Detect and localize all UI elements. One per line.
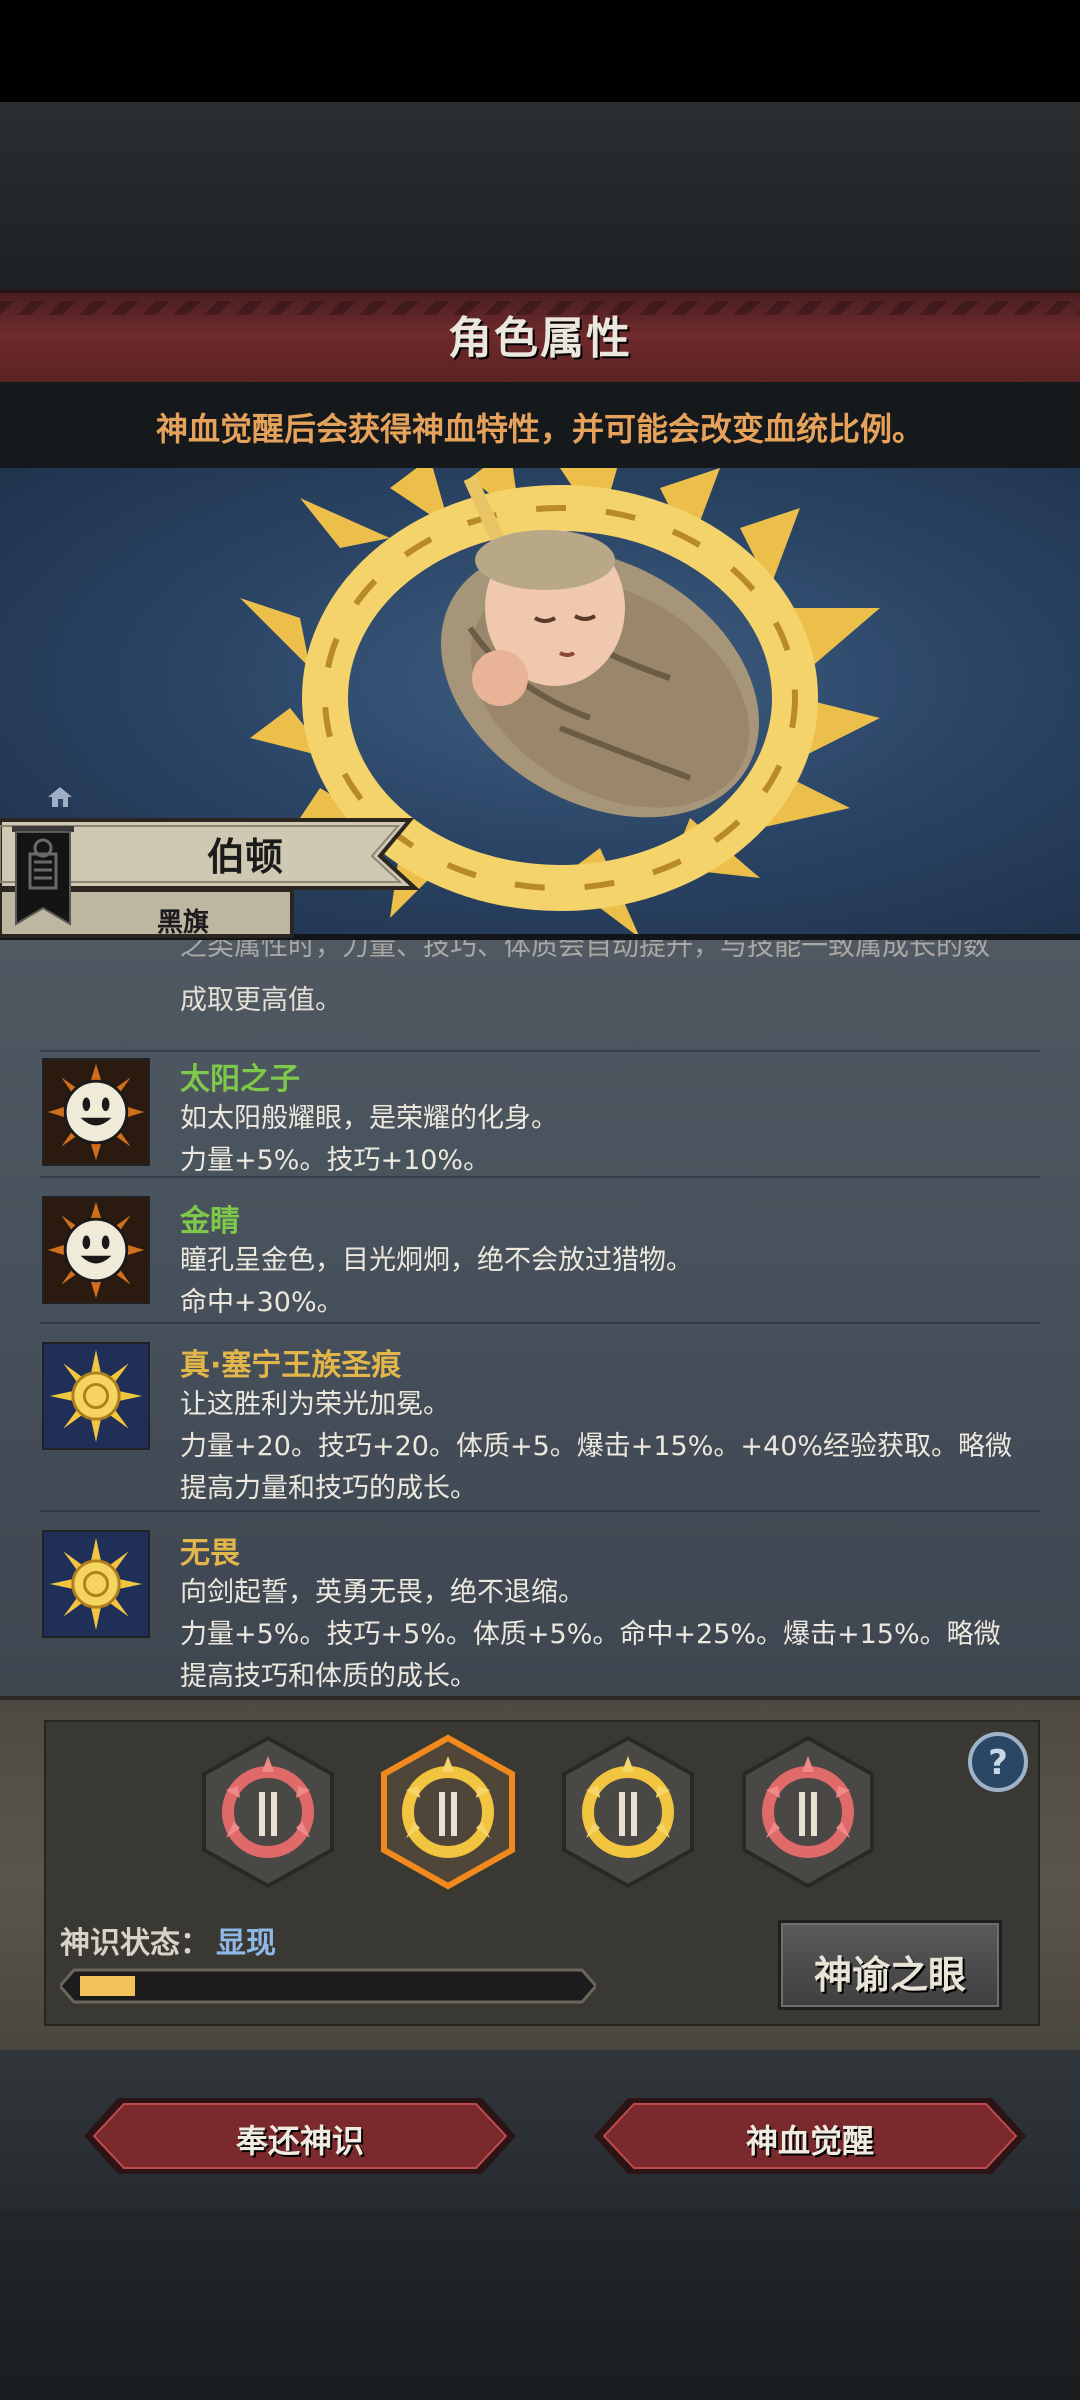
trait-effect: 提高技巧和体质的成长。 <box>180 1661 477 1692</box>
svg-text:?: ? <box>988 1743 1008 1783</box>
trait-name: 太阳之子 <box>180 1062 300 1097</box>
trait-effect: 命中+30%。 <box>180 1287 344 1318</box>
golden-sun-icon <box>42 1530 150 1638</box>
trait-effect: 力量+20。技巧+20。体质+5。爆击+15%。+40%经验获取。略微 <box>180 1431 1013 1462</box>
progress-fill <box>80 1976 135 1996</box>
gold-sun-rune-icon[interactable] <box>558 1734 698 1890</box>
golden-sun-icon <box>42 1342 150 1450</box>
trait-description: 如太阳般耀眼，是荣耀的化身。 <box>180 1103 558 1134</box>
trait-effect: 力量+5%。技巧+5%。体质+5%。命中+25%。爆击+15%。略微 <box>180 1619 1001 1650</box>
divine-status-value: 显现 <box>216 1926 276 1961</box>
return-divine-button-label: 奉还神识 <box>235 2122 364 2160</box>
trait-description: 瞳孔呈金色，目光炯炯，绝不会放过猎物。 <box>180 1245 693 1276</box>
home-icon[interactable] <box>46 785 74 809</box>
trait-name: 无畏 <box>180 1536 240 1571</box>
gold-sun-rune-icon-selected[interactable] <box>378 1734 518 1890</box>
trait-name: 金睛 <box>180 1204 240 1239</box>
lower-background <box>0 2210 1080 2400</box>
trait-effect: 提高力量和技巧的成长。 <box>180 1473 477 1504</box>
subtitle-text: 神血觉醒后会获得神血特性，并可能会改变血统比例。 <box>155 410 924 448</box>
question-icon[interactable]: ? <box>966 1730 1030 1794</box>
red-sun-rune-icon[interactable] <box>198 1734 338 1890</box>
red-sun-rune-icon[interactable] <box>738 1734 878 1890</box>
trait-name: 真·塞宁王族圣痕 <box>180 1348 402 1383</box>
trait-description: 向剑起誓，英勇无畏，绝不退缩。 <box>180 1577 585 1608</box>
character-name: 伯顿 <box>206 835 283 879</box>
top-black-bar <box>0 0 1080 102</box>
trait-divider <box>40 1050 1040 1052</box>
trait-list[interactable]: 之类属性时，力量、技巧、体质会自动提升，与技能一致属成长的数 成取更高值。 太阳… <box>0 940 1080 1696</box>
divine-status-label: 神识状态： <box>60 1926 210 1961</box>
trait-description-fragment: 成取更高值。 <box>180 985 342 1016</box>
trait-divider <box>40 1510 1040 1512</box>
page-title: 角色属性 <box>448 313 632 364</box>
upper-background <box>0 102 1080 292</box>
faction-name: 黑旗 <box>156 908 209 938</box>
smiley-sun-icon <box>42 1058 150 1166</box>
divine-progress-bar <box>60 1968 596 2004</box>
trait-description: 让这胜利为荣光加冕。 <box>180 1389 450 1420</box>
trait-divider <box>40 1322 1040 1324</box>
black-flag-icon <box>12 826 74 926</box>
trait-effect: 力量+5%。技巧+10%。 <box>180 1145 491 1176</box>
trait-description-fragment: 之类属性时，力量、技巧、体质会自动提升，与技能一致属成长的数 <box>180 940 990 962</box>
smiley-sun-icon <box>42 1196 150 1304</box>
oracle-eye-button-label: 神谕之眼 <box>813 1953 966 1997</box>
trait-divider <box>40 1176 1040 1178</box>
blood-awaken-button-label: 神血觉醒 <box>745 2122 874 2160</box>
